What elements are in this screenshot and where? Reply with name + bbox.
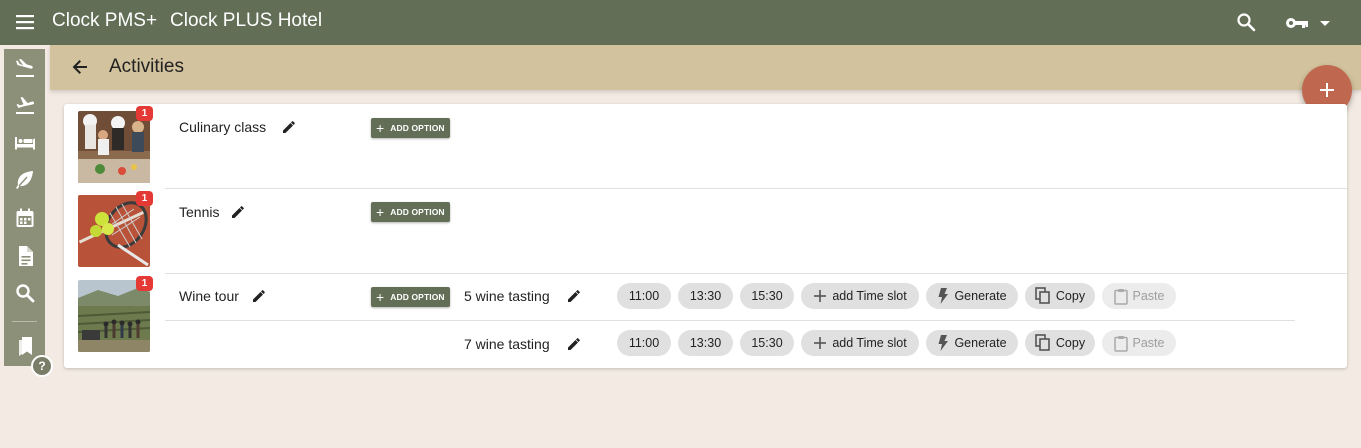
generate-label: Generate — [954, 336, 1007, 350]
hotel-name[interactable]: Clock PLUS Hotel — [170, 10, 322, 32]
add-time-slot-label: add Time slot — [832, 336, 907, 350]
add-time-slot-button[interactable]: add Time slot — [801, 283, 919, 309]
calendar-icon[interactable] — [13, 206, 37, 230]
activity-badge: 1 — [136, 191, 153, 206]
sidebar-nav — [4, 49, 45, 366]
search-icon[interactable] — [1235, 11, 1257, 33]
add-option-button[interactable]: + ADD OPTION — [371, 287, 450, 307]
search-icon[interactable] — [13, 281, 37, 305]
paste-label: Paste — [1132, 336, 1165, 350]
option-name: 7 wine tasting — [464, 336, 550, 352]
time-slot-chip[interactable]: 13:30 — [678, 283, 733, 309]
plus-icon — [1320, 83, 1334, 97]
bolt-icon — [938, 335, 949, 351]
option-name: 5 wine tasting — [464, 288, 550, 304]
plus-icon: + — [376, 120, 385, 136]
activity-name: Tennis — [179, 204, 220, 220]
activity-name: Wine tour — [179, 288, 239, 304]
generate-button[interactable]: Generate — [926, 330, 1018, 356]
copy-button[interactable]: Copy — [1025, 283, 1095, 309]
top-app-bar: Clock PMS+ Clock PLUS Hotel — [0, 0, 1361, 45]
plus-icon: + — [376, 204, 385, 220]
copy-label: Copy — [1055, 289, 1086, 303]
paste-button[interactable]: Paste — [1102, 330, 1176, 356]
time-slot-chip[interactable]: 11:00 — [617, 330, 671, 356]
help-label: ? — [38, 359, 46, 373]
activity-badge: 1 — [136, 106, 153, 121]
edit-icon[interactable] — [231, 205, 245, 219]
page-title: Activities — [109, 56, 184, 77]
generate-label: Generate — [954, 289, 1007, 303]
generate-button[interactable]: Generate — [926, 283, 1018, 309]
caret-down-icon[interactable] — [1318, 13, 1332, 33]
document-icon[interactable] — [13, 244, 37, 268]
clipboard-icon — [1113, 335, 1128, 352]
menu-icon[interactable] — [14, 12, 36, 32]
bolt-icon — [938, 288, 949, 304]
edit-icon[interactable] — [282, 120, 296, 134]
activity-name: Culinary class — [179, 119, 267, 135]
plus-icon: + — [376, 289, 385, 305]
key-icon[interactable] — [1284, 13, 1310, 33]
paste-button[interactable]: Paste — [1102, 283, 1176, 309]
time-slot-chip[interactable]: 13:30 — [678, 330, 733, 356]
leaf-icon[interactable] — [13, 168, 37, 192]
option-divider — [165, 320, 1295, 321]
edit-icon[interactable] — [252, 289, 266, 303]
time-slot-chip[interactable]: 15:30 — [740, 330, 794, 356]
add-time-slot-label: add Time slot — [832, 289, 907, 303]
activity-badge: 1 — [136, 276, 153, 291]
add-option-label: ADD OPTION — [390, 292, 445, 302]
add-option-label: ADD OPTION — [390, 207, 445, 217]
time-slot-chip[interactable]: 11:00 — [617, 283, 671, 309]
add-time-slot-button[interactable]: add Time slot — [801, 330, 919, 356]
arrivals-icon[interactable] — [13, 56, 37, 80]
add-option-button[interactable]: + ADD OPTION — [371, 118, 450, 138]
plus-icon — [814, 290, 827, 302]
arrow-left-icon[interactable] — [70, 57, 90, 77]
activities-card: 1 Culinary class + ADD OPTION 1 Tennis + A… — [64, 104, 1347, 368]
time-slot-chip[interactable]: 15:30 — [740, 283, 794, 309]
bookmark-icon[interactable] — [13, 334, 37, 358]
row-divider — [165, 188, 1347, 189]
copy-button[interactable]: Copy — [1025, 330, 1095, 356]
help-button[interactable]: ? — [31, 355, 53, 377]
copy-icon — [1035, 287, 1050, 304]
plus-icon — [814, 337, 827, 349]
bed-icon[interactable] — [13, 131, 37, 155]
paste-label: Paste — [1132, 289, 1165, 303]
edit-icon[interactable] — [567, 337, 581, 351]
copy-icon — [1035, 334, 1050, 351]
app-title: Clock PMS+ — [52, 10, 158, 31]
clipboard-icon — [1113, 288, 1128, 305]
row-divider — [165, 273, 1347, 274]
edit-icon[interactable] — [567, 289, 581, 303]
activity-image[interactable] — [78, 111, 150, 183]
departures-icon[interactable] — [13, 93, 37, 117]
copy-label: Copy — [1055, 336, 1086, 350]
page-header: Activities — [50, 45, 1361, 90]
add-option-label: ADD OPTION — [390, 123, 445, 133]
sidebar-divider — [12, 321, 37, 322]
add-option-button[interactable]: + ADD OPTION — [371, 202, 450, 222]
